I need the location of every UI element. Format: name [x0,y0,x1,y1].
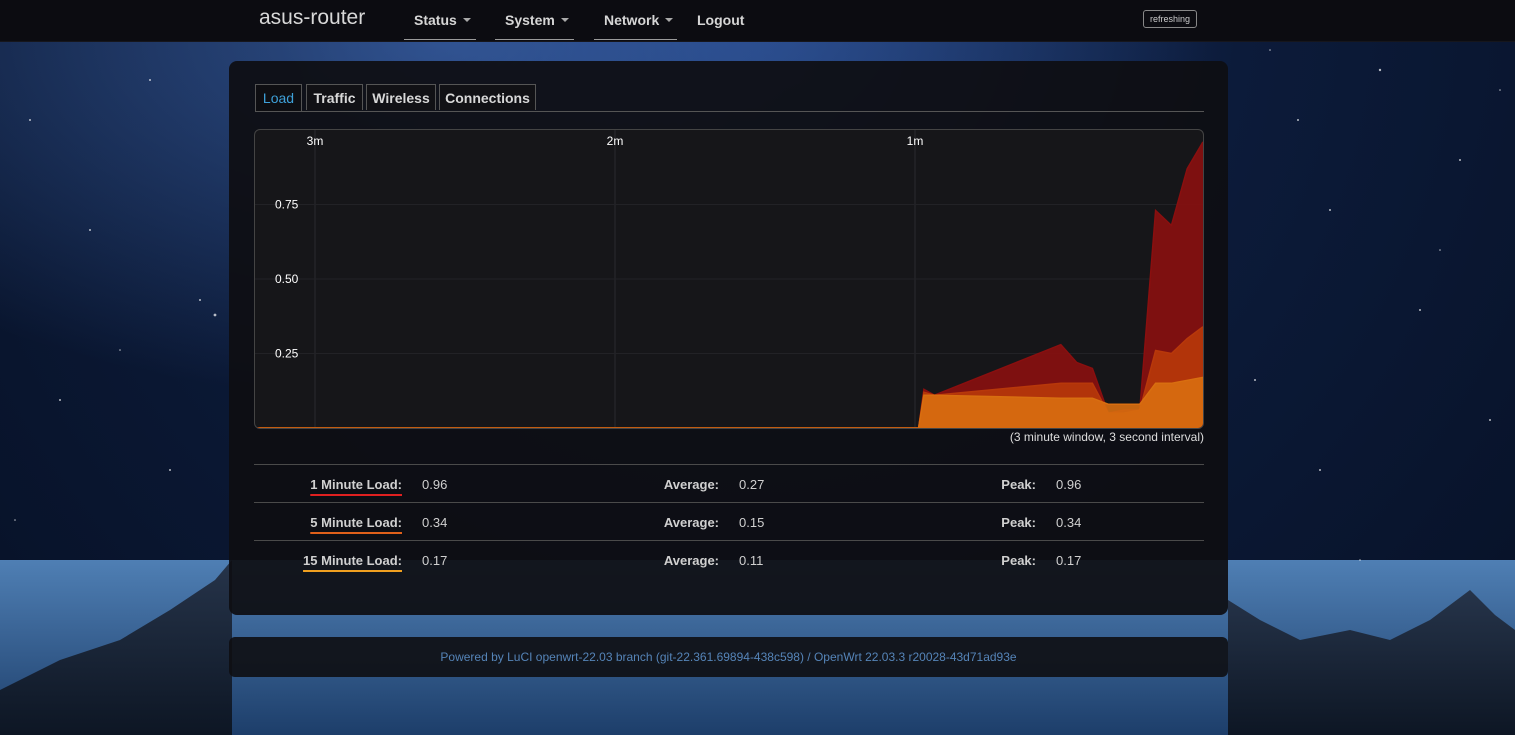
tab-label: Traffic [313,89,356,106]
brand-link[interactable]: asus-router [259,6,365,30]
avg-label: Average: [663,476,719,492]
realtime-tabs: Load Traffic Wireless Connections [255,84,1204,112]
load-5min-label: 5 Minute Load: [310,514,402,530]
load-1min-peak: 0.96 [1056,476,1082,492]
load-5min-peak: 0.34 [1056,514,1082,530]
nav-network-dropdown[interactable]: Network [594,0,677,40]
x-tick-label: 2m [607,134,624,148]
load-1min-label: 1 Minute Load: [310,476,402,492]
footer-text[interactable]: Powered by LuCI openwrt-22.03 branch (gi… [440,650,1016,664]
x-tick-label: 1m [907,134,924,148]
peak-label: Peak: [1001,552,1036,568]
peak-label: Peak: [1001,514,1036,530]
y-tick-label: 0.75 [275,198,299,212]
tab-label: Wireless [372,89,430,106]
y-tick-label: 0.50 [275,272,299,286]
nav-logout-link[interactable]: Logout [697,0,744,40]
top-navbar: asus-router Status System Network Logout… [0,0,1515,42]
tab-wireless[interactable]: Wireless [366,84,436,110]
caret-down-icon [665,17,674,22]
tab-traffic[interactable]: Traffic [306,84,363,110]
avg-label: Average: [663,552,719,568]
tab-load[interactable]: Load [255,84,302,111]
load-graph: 3m 2m 1m 0.75 0.50 0.25 [254,129,1204,429]
graph-caption: (3 minute window, 3 second interval) [1009,430,1204,444]
stat-label-cell: 1 Minute Load: [310,465,402,503]
x-tick-label: 3m [307,134,324,148]
load-1min-average: 0.27 [739,476,765,492]
load-5min-value: 0.34 [422,514,448,530]
avg-label: Average: [663,514,719,530]
load-chart-svg: 3m 2m 1m 0.75 0.50 0.25 [255,130,1203,428]
tab-label: Connections [445,89,530,106]
nav-status-dropdown[interactable]: Status [404,0,476,40]
stats-row-1min: 1 Minute Load: 0.96 Average: 0.27 Peak: … [254,464,1204,503]
page-footer: Powered by LuCI openwrt-22.03 branch (gi… [229,637,1228,677]
y-tick-label: 0.25 [275,347,299,361]
load-15min-label: 15 Minute Load: [303,552,402,568]
nav-logout-label: Logout [697,12,745,28]
caret-down-icon [560,17,569,22]
refresh-label: refreshing [1149,14,1191,24]
tab-label: Load [262,90,295,106]
load-15min-value: 0.17 [422,552,448,568]
stat-label-cell: 15 Minute Load: [303,541,402,579]
peak-label: Peak: [1001,476,1036,492]
refresh-toggle[interactable]: refreshing [1143,10,1197,28]
load-15min-peak: 0.17 [1056,552,1082,568]
nav-system-label: System [505,11,555,28]
nav-system-dropdown[interactable]: System [495,0,574,40]
tab-connections[interactable]: Connections [439,84,536,110]
stats-row-5min: 5 Minute Load: 0.34 Average: 0.15 Peak: … [254,502,1204,541]
stat-label-cell: 5 Minute Load: [310,503,402,541]
load-15min-average: 0.11 [739,552,764,568]
load-1min-value: 0.96 [422,476,448,492]
stats-row-15min: 15 Minute Load: 0.17 Average: 0.11 Peak:… [254,540,1204,579]
main-panel: Load Traffic Wireless Connections 3m 2m 1m… [229,61,1228,615]
nav-network-label: Network [604,11,660,28]
caret-down-icon [462,17,471,22]
load-5min-average: 0.15 [739,514,765,530]
nav-status-label: Status [414,11,457,28]
